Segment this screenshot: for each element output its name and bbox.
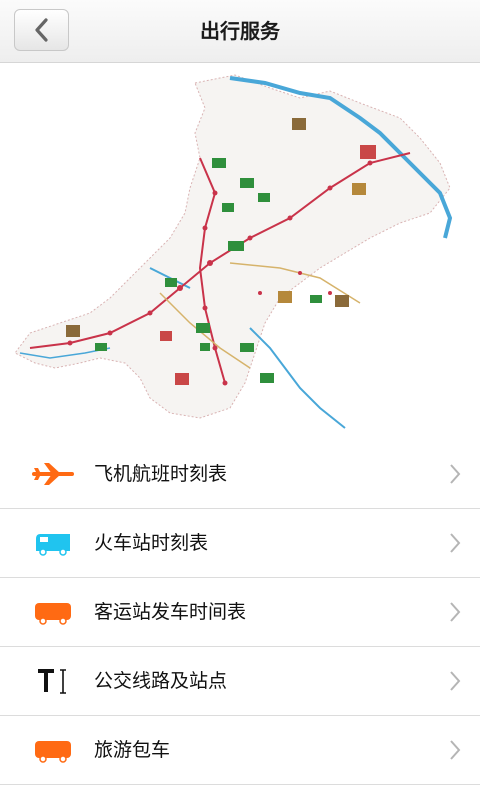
chevron-right-icon	[450, 464, 461, 484]
list-item-label: 飞机航班时刻表	[94, 463, 228, 485]
travel-map	[0, 63, 480, 440]
chevron-right-icon	[450, 533, 461, 553]
list-item-flights[interactable]: 飞机航班时刻表	[0, 440, 480, 509]
chevron-left-icon	[34, 18, 48, 42]
page-title: 出行服务	[200, 19, 280, 43]
list-item-bus-routes[interactable]: 公交线路及站点	[0, 647, 480, 716]
list-item-label: 公交线路及站点	[94, 670, 228, 692]
list-item-label: 客运站发车时间表	[94, 601, 247, 623]
back-button[interactable]	[14, 9, 69, 51]
chevron-right-icon	[450, 740, 461, 760]
list-item-coach-station[interactable]: 客运站发车时间表	[0, 578, 480, 647]
list-item-trains[interactable]: 火车站时刻表	[0, 509, 480, 578]
train-icon	[36, 534, 70, 556]
list-item-label: 火车站时刻表	[94, 532, 209, 554]
header-bar: 出行服务	[0, 0, 480, 63]
travel-map-graphic	[14, 74, 453, 429]
bus-icon	[35, 741, 71, 763]
list-item-tour-charter[interactable]: 旅游包车	[0, 716, 480, 785]
text-cursor-icon	[38, 669, 66, 694]
list-item-label: 旅游包车	[94, 739, 171, 761]
chevron-right-icon	[450, 671, 461, 691]
bus-icon	[35, 603, 71, 625]
travel-service-list: 飞机航班时刻表 火车站时刻表 客运站发车时间表 公交线路及站点 旅游包车	[0, 440, 480, 785]
chevron-right-icon	[450, 602, 461, 622]
airplane-icon	[32, 463, 74, 485]
